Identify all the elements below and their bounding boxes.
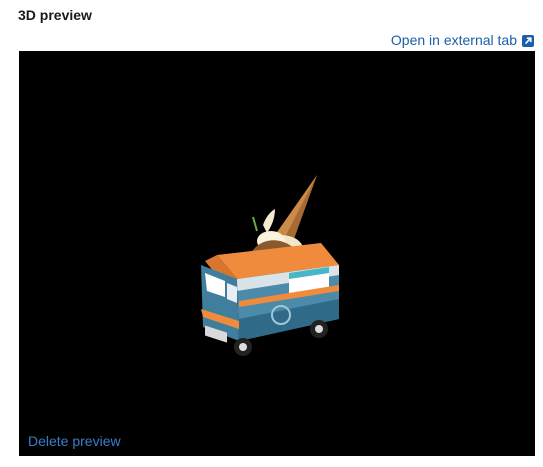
external-link-icon [522,34,534,47]
open-external-tab-label: Open in external tab [390,32,517,48]
section-title: 3D preview [18,7,92,23]
delete-preview-link[interactable]: Delete preview [28,433,121,449]
open-external-tab-link[interactable]: Open in external tab [391,32,534,48]
3d-preview-viewport[interactable]: Delete preview [19,51,535,456]
ice-cream-truck-model [201,175,339,356]
